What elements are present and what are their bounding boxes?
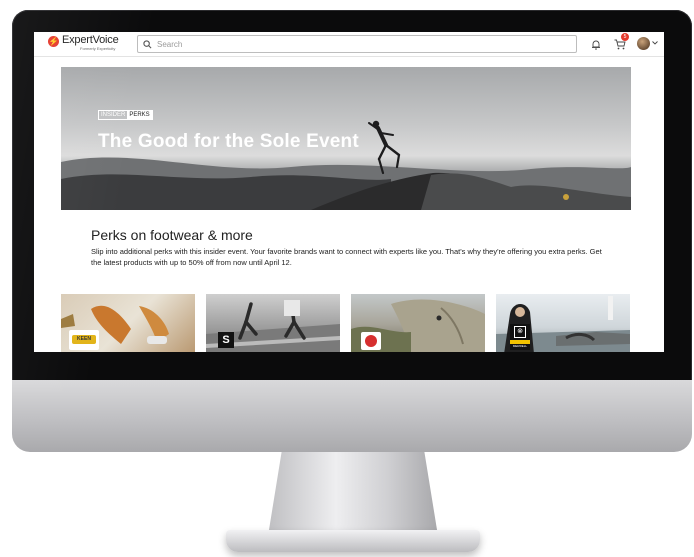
monitor-stand-base <box>226 530 480 552</box>
hero-banner[interactable]: INSIDER PERKS The Good for the Sole Even… <box>61 67 631 210</box>
browser-screen: ⚡ ExpertVoice Formerly Experticity Searc… <box>34 32 664 352</box>
card-salomon[interactable]: S <box>206 294 340 352</box>
card-merrell[interactable]: ⊗ MERRELL <box>496 294 630 352</box>
search-input[interactable] <box>157 39 557 49</box>
hero-title: The Good for the Sole Event <box>98 131 359 152</box>
section-description: Slip into additional perks with this ins… <box>91 247 602 267</box>
chevron-down-icon[interactable] <box>652 41 658 45</box>
card-keen[interactable]: KEEN <box>61 294 195 352</box>
merrell-logo-mark: ⊗ <box>514 326 526 338</box>
cart-button[interactable]: 5 <box>614 33 629 55</box>
notifications-button[interactable] <box>591 37 601 55</box>
insider-perks-badge: INSIDER PERKS <box>98 110 153 120</box>
brand-name: ExpertVoice <box>62 34 119 46</box>
merrell-logo: ⊗ MERRELL <box>510 324 530 350</box>
bolt-icon: ⚡ <box>48 36 59 47</box>
brand-cards: KEEN S ⊗ MERRELL <box>61 294 661 352</box>
keen-logo: KEEN <box>69 330 99 350</box>
expertvoice-logo[interactable]: ⚡ ExpertVoice Formerly Experticity <box>48 35 119 52</box>
search-bar[interactable] <box>137 35 577 53</box>
bell-icon <box>592 40 600 50</box>
cart-count-badge: 5 <box>621 33 629 41</box>
monitor-chin <box>12 380 692 452</box>
mammut-logo <box>361 332 381 350</box>
badge-insider: INSIDER <box>101 112 126 118</box>
merrell-logo-text: MERRELL <box>512 344 528 348</box>
keen-logo-text: KEEN <box>72 335 96 344</box>
top-navigation: ⚡ ExpertVoice Formerly Experticity Searc… <box>34 32 664 57</box>
salomon-logo: S <box>218 332 234 348</box>
logo-text: ExpertVoice Formerly Experticity <box>62 35 119 52</box>
mammut-logo-mark <box>365 335 377 347</box>
card-mammut[interactable] <box>351 294 485 352</box>
avatar[interactable] <box>637 37 650 50</box>
badge-perks: PERKS <box>127 111 152 119</box>
monitor-stand-neck <box>268 452 438 536</box>
search-icon <box>143 39 152 48</box>
section-title: Perks on footwear & more <box>91 227 253 243</box>
brand-tagline: Formerly Experticity <box>80 46 116 51</box>
